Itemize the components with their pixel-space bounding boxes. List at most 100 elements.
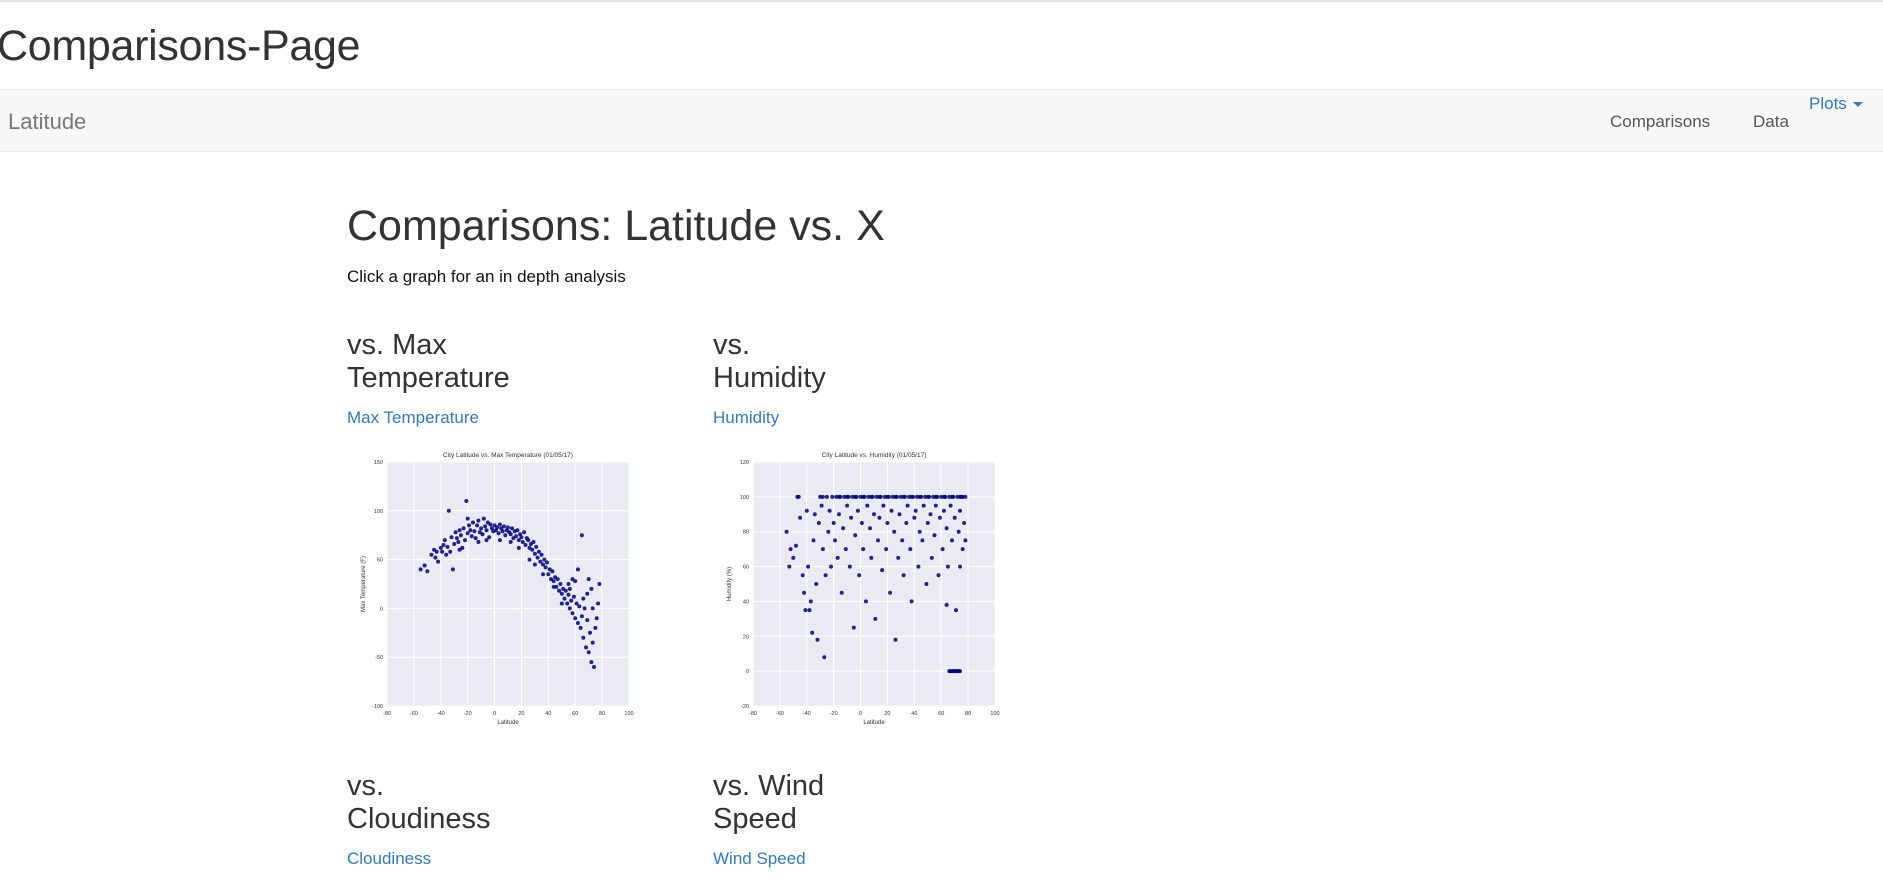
- data-point: [500, 529, 505, 534]
- x-tick-label: 80: [965, 711, 971, 717]
- y-tick-label: -100: [372, 704, 383, 710]
- card-heading: vs. Max Temperature: [347, 329, 677, 395]
- data-point: [945, 564, 950, 569]
- y-tick-label: 100: [374, 509, 383, 515]
- y-tick-label: 0: [380, 606, 383, 612]
- x-tick-label: -60: [776, 711, 784, 717]
- data-point: [514, 534, 519, 539]
- data-point: [788, 547, 793, 552]
- max-temperature-plot-image[interactable]: -80 -60 -40 -20 0 20 40 60 80 100 150 100 50 0 -50 -100…: [347, 448, 637, 733]
- caret-down-icon: [1852, 102, 1863, 108]
- data-point: [877, 494, 882, 499]
- x-tick-label: 20: [884, 711, 890, 717]
- data-point: [954, 608, 958, 613]
- data-point: [948, 503, 953, 508]
- data-point: [551, 579, 556, 584]
- data-point: [885, 521, 890, 525]
- data-point: [522, 530, 527, 535]
- data-point: [573, 616, 578, 621]
- page-title: Comparisons-Page: [0, 22, 361, 70]
- data-point: [541, 572, 545, 577]
- data-point: [963, 494, 968, 499]
- link-max-temperature[interactable]: Max Temperature: [347, 408, 677, 428]
- data-point: [545, 560, 549, 565]
- link-cloudiness[interactable]: Cloudiness: [347, 849, 677, 869]
- link-wind-speed[interactable]: Wind Speed: [713, 849, 1043, 869]
- data-point: [592, 665, 596, 669]
- data-point: [901, 494, 906, 499]
- data-point: [958, 508, 962, 513]
- data-point: [816, 521, 821, 525]
- y-tick-label: 120: [740, 460, 749, 466]
- data-point: [796, 494, 801, 499]
- data-point: [452, 542, 457, 546]
- data-point: [558, 582, 563, 586]
- x-tick-label: 20: [518, 711, 524, 717]
- top-rule: [0, 0, 1883, 2]
- x-tick-label: 0: [493, 711, 496, 717]
- card-heading: vs. Humidity: [713, 329, 1043, 395]
- data-point: [569, 598, 574, 603]
- data-point: [872, 512, 876, 517]
- data-point: [845, 503, 850, 508]
- data-point: [488, 522, 493, 527]
- x-tick-label: 40: [545, 711, 551, 717]
- link-humidity[interactable]: Humidity: [713, 408, 1043, 428]
- card-max-temperature: vs. Max Temperature Max Temperature: [347, 329, 677, 428]
- data-point: [880, 568, 885, 573]
- navbar-brand[interactable]: Latitude: [8, 109, 86, 135]
- humidity-plot-image[interactable]: -80 -60 -40 -20 0 20 40 60 80 100 120 100 80 60 40 20 0 -…: [713, 448, 1003, 733]
- data-point: [585, 591, 590, 596]
- data-point: [853, 533, 858, 538]
- data-point: [941, 494, 946, 499]
- data-point: [526, 538, 531, 543]
- data-point: [555, 577, 560, 582]
- data-point: [800, 573, 805, 578]
- data-point: [897, 512, 902, 517]
- data-point: [589, 660, 594, 665]
- data-point: [566, 592, 571, 597]
- data-point: [570, 611, 575, 616]
- data-point: [539, 552, 544, 557]
- data-point: [586, 577, 591, 582]
- data-point: [893, 494, 898, 499]
- data-point: [924, 582, 929, 586]
- data-point: [808, 599, 813, 604]
- nav-link-comparisons[interactable]: Comparisons: [1610, 112, 1710, 132]
- data-point: [849, 515, 854, 520]
- data-point: [884, 547, 889, 552]
- data-point: [960, 547, 965, 552]
- data-point: [900, 538, 905, 543]
- data-point: [933, 503, 938, 508]
- data-point: [812, 512, 817, 517]
- data-point: [859, 521, 864, 525]
- data-point: [461, 526, 466, 531]
- data-point: [446, 508, 451, 513]
- data-point: [815, 637, 820, 642]
- data-point: [814, 582, 819, 586]
- data-point: [520, 540, 525, 544]
- x-tick-label: 100: [990, 711, 999, 717]
- card-heading-line2: Speed: [713, 803, 797, 835]
- x-tick-label: 100: [624, 711, 633, 717]
- data-point: [577, 604, 582, 609]
- y-tick-label: 100: [740, 495, 749, 501]
- data-point: [562, 596, 567, 601]
- data-point: [442, 538, 447, 543]
- data-point: [952, 515, 957, 520]
- data-point: [853, 494, 858, 499]
- data-point: [464, 499, 469, 503]
- nav-link-data[interactable]: Data: [1753, 112, 1789, 132]
- card-humidity: vs. Humidity Humidity: [713, 329, 1043, 428]
- y-axis-label: Humidity (%): [727, 567, 733, 601]
- data-point: [429, 552, 434, 557]
- data-point: [896, 555, 901, 560]
- data-point: [845, 494, 850, 499]
- data-point: [422, 563, 427, 568]
- data-point: [811, 538, 816, 543]
- data-point: [857, 573, 862, 578]
- data-point: [566, 582, 571, 586]
- y-tick-label: -50: [375, 655, 383, 661]
- data-point: [503, 533, 508, 538]
- nav-dropdown-plots[interactable]: Plots: [1809, 94, 1863, 114]
